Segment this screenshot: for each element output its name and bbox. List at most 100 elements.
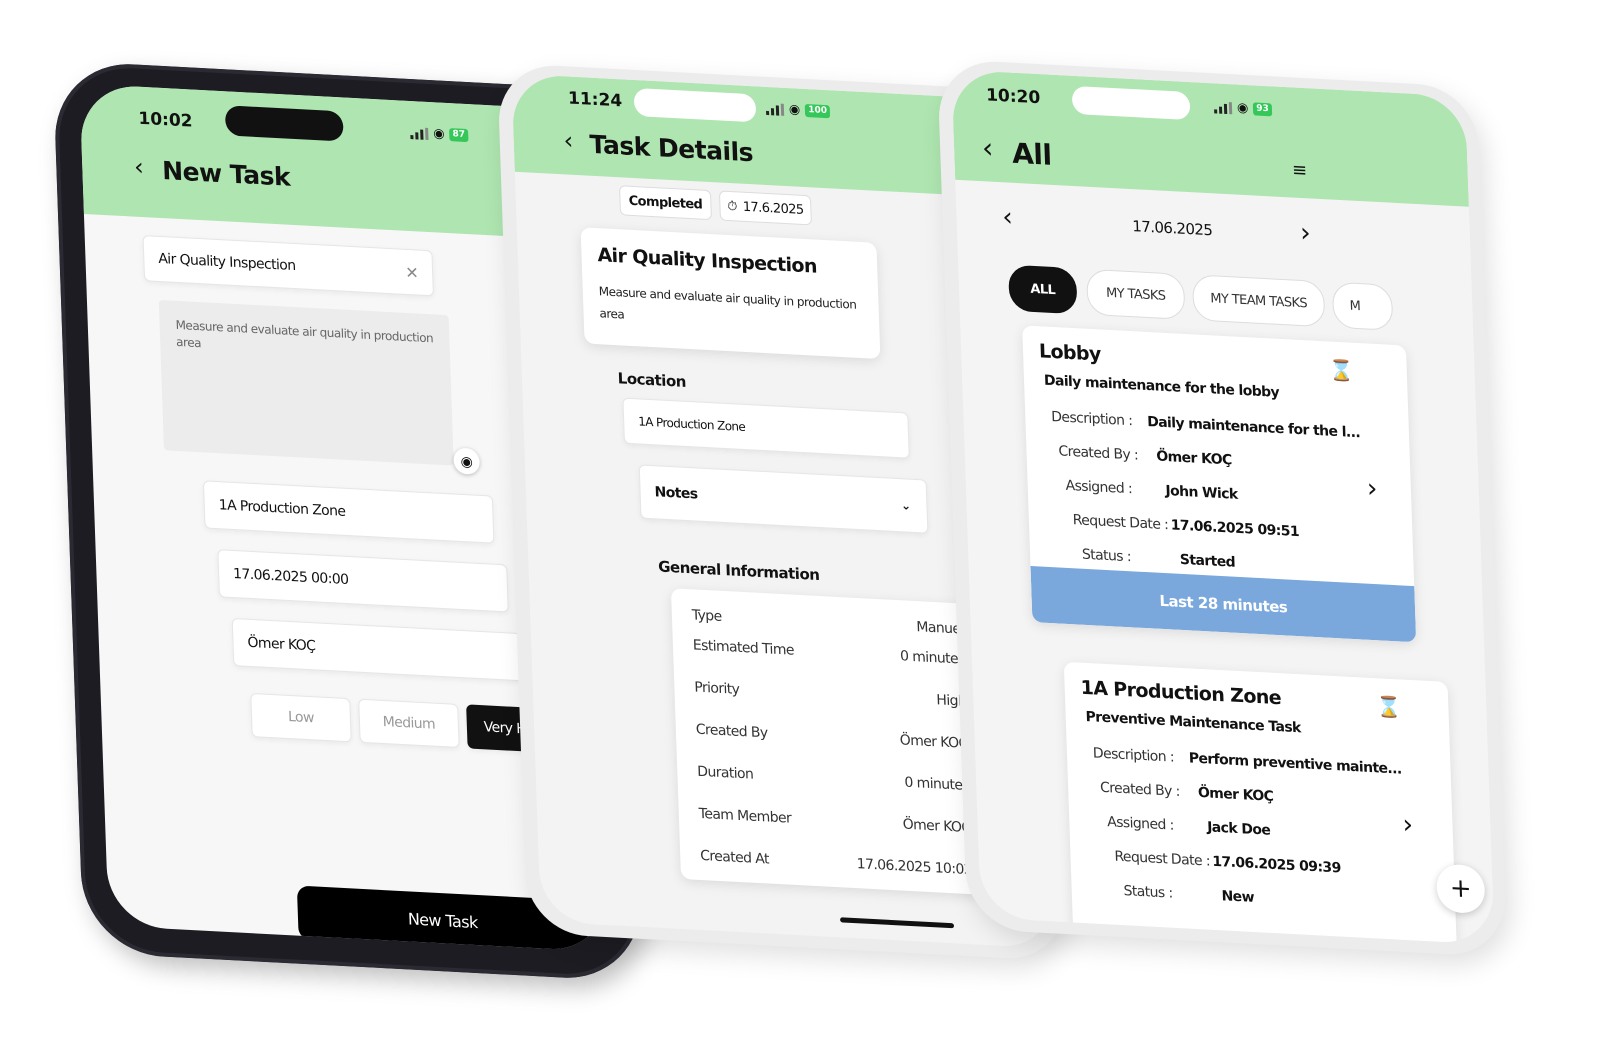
back-chevron-icon[interactable]: ‹ — [134, 153, 145, 182]
request-date-label: Request Date : — [1072, 512, 1169, 534]
info-row-estimated-time: Estimated Time 0 minutes — [693, 637, 965, 667]
assignee-input[interactable]: Ömer KOÇ — [231, 617, 524, 682]
tab-my-team-tasks-label: MY TEAM TASKS — [1210, 290, 1308, 311]
request-date-label: Request Date : — [1114, 848, 1211, 870]
date-value: 17.06.2025 00:00 — [232, 565, 349, 589]
filter-icon[interactable]: ≡ — [1292, 159, 1308, 181]
task-name-input[interactable]: Air Quality Inspection ✕ — [142, 235, 434, 297]
description-label: Description : — [1092, 745, 1175, 766]
request-date-value: 17.06.2025 09:51 — [1170, 517, 1300, 541]
hourglass-icon: ⌛ — [1376, 696, 1402, 720]
stopwatch-icon: ⏱ — [727, 198, 738, 214]
location-heading: Location — [617, 369, 687, 391]
prev-date-chevron-icon[interactable]: ‹ — [1002, 202, 1013, 233]
status-value: Started — [1179, 551, 1236, 571]
info-row-created-by: Created By Ömer KOÇ — [696, 722, 968, 752]
assigned-value: Jack Doe — [1206, 819, 1271, 839]
info-row-type: Type Manuel — [692, 607, 964, 637]
status-label: Status : — [1123, 883, 1173, 902]
created-by-label: Created By : — [1099, 779, 1181, 800]
task-name-value: Air Quality Inspection — [158, 250, 296, 275]
phone-all-tasks: 10:20 ◉ 93 ‹ All ≡ ‹ 17.06.2025 › ALL MY… — [937, 58, 1507, 958]
info-value: 0 minutes — [899, 648, 965, 668]
created-by-value: Ömer KOÇ — [1197, 784, 1274, 805]
info-label: Duration — [696, 763, 754, 783]
tab-more[interactable]: M — [1331, 281, 1394, 331]
tab-all-label: ALL — [1030, 281, 1056, 298]
info-label: Type — [691, 607, 722, 625]
task-card[interactable]: 1A Production Zone ⌛ Preventive Maintena… — [1063, 661, 1457, 945]
clear-icon[interactable]: ✕ — [405, 262, 418, 282]
hourglass-icon: ⌛ — [1328, 359, 1355, 383]
submit-label: New Task — [407, 908, 478, 932]
description-value: Daily maintenance for the l... — [1146, 413, 1361, 442]
elapsed-time-bar: Last 28 minutes — [1030, 565, 1417, 643]
tab-all[interactable]: ALL — [1008, 264, 1078, 315]
info-value: Ömer KOÇ — [902, 816, 971, 837]
status-badge: Completed — [618, 185, 712, 221]
description-value: Perform preventive mainte... — [1188, 750, 1402, 778]
task-location: Lobby — [1038, 340, 1102, 366]
info-value: 0 minutes — [904, 774, 970, 795]
created-by-value: Ömer KOÇ — [1156, 448, 1232, 469]
description-label: Description : — [1050, 408, 1133, 430]
priority-medium-label: Medium — [382, 713, 436, 733]
notes-dropdown[interactable]: Notes ⌄ — [638, 464, 929, 534]
wifi-icon: ◉ — [433, 126, 445, 142]
info-label: Created By — [695, 721, 768, 742]
location-value: 1A Production Zone — [218, 497, 346, 520]
signal-icon — [766, 102, 785, 116]
priority-low-button[interactable]: Low — [250, 692, 352, 743]
back-chevron-icon[interactable]: ‹ — [981, 131, 993, 165]
signal-icon — [1214, 101, 1233, 114]
date-badge: ⏱ 17.6.2025 — [718, 190, 812, 226]
home-indicator — [840, 917, 955, 929]
general-info-heading: General Information — [657, 557, 820, 585]
location-field: 1A Production Zone — [622, 397, 910, 459]
wifi-icon: ◉ — [788, 102, 801, 118]
date-badge-label: 17.6.2025 — [742, 199, 804, 218]
status-time: 10:20 — [985, 85, 1041, 109]
tab-my-tasks[interactable]: MY TASKS — [1085, 268, 1186, 320]
chevron-right-icon[interactable]: › — [1366, 474, 1377, 505]
next-date-chevron-icon[interactable]: › — [1300, 218, 1311, 249]
back-chevron-icon[interactable]: ‹ — [563, 126, 574, 155]
location-value: 1A Production Zone — [637, 414, 746, 435]
task-card[interactable]: Lobby ⌛ Daily maintenance for the lobby … — [1022, 325, 1417, 643]
notes-label: Notes — [654, 484, 698, 503]
tab-my-team-tasks[interactable]: MY TEAM TASKS — [1191, 274, 1326, 328]
info-label: Estimated Time — [692, 637, 795, 659]
request-date-value: 17.06.2025 09:39 — [1212, 853, 1341, 877]
priority-low-label: Low — [287, 708, 315, 727]
signal-icon — [410, 127, 429, 140]
info-label: Team Member — [698, 805, 792, 827]
priority-medium-button[interactable]: Medium — [358, 698, 460, 749]
chevron-right-icon[interactable]: › — [1402, 810, 1413, 841]
assigned-label: Assigned : — [1065, 477, 1133, 498]
tab-more-label: M — [1349, 298, 1361, 314]
info-row-priority: Priority High — [694, 679, 966, 709]
battery-icon: 100 — [805, 103, 831, 119]
info-value: Ömer KOÇ — [899, 732, 968, 752]
battery-icon: 87 — [449, 128, 469, 143]
page-title: All — [1011, 136, 1053, 172]
info-label: Priority — [694, 679, 740, 698]
description-textarea[interactable]: Measure and evaluate air quality in prod… — [158, 299, 454, 466]
task-title: Air Quality Inspection — [597, 244, 818, 278]
status-label: Status : — [1081, 546, 1132, 566]
task-summary-card: Air Quality Inspection Measure and evalu… — [580, 227, 881, 360]
assigned-value: John Wick — [1165, 483, 1238, 503]
tab-my-tasks-label: MY TASKS — [1105, 285, 1166, 304]
info-row-team-member: Team Member Ömer KOÇ — [698, 806, 970, 836]
date-input[interactable]: 17.06.2025 00:00 — [217, 549, 509, 613]
info-row-created-at: Created At 17.06.2025 10:02 — [700, 848, 972, 878]
wifi-icon: ◉ — [1236, 100, 1249, 117]
all-tasks-screen: 10:20 ◉ 93 ‹ All ≡ ‹ 17.06.2025 › ALL MY… — [951, 69, 1495, 945]
location-input[interactable]: 1A Production Zone — [202, 480, 495, 544]
info-value: 17.06.2025 10:02 — [856, 856, 973, 879]
camera-icon[interactable]: ◉ — [453, 447, 481, 475]
info-row-duration: Duration 0 minutes — [697, 764, 969, 794]
chevron-down-icon: ⌄ — [900, 498, 911, 513]
description-value: Measure and evaluate air quality in prod… — [175, 317, 434, 351]
plus-icon: + — [1449, 873, 1473, 905]
